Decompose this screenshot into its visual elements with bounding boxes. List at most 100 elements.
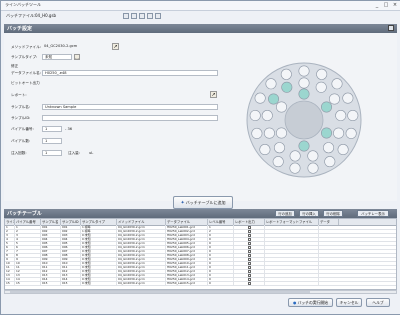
vial-number-input[interactable]: 1 [42, 126, 62, 132]
batch-settings-header: バッチ設定 [4, 24, 397, 33]
data-file-input[interactable]: H0250_.e48 [42, 70, 218, 76]
print-icon[interactable] [155, 13, 161, 19]
add-batch-icon: ✦ [180, 200, 185, 206]
batch-table-header: バッチテーブル 行の追加 行の挿入 行の削除 バッチレー表示 [4, 209, 397, 218]
vial-slot[interactable] [298, 88, 310, 100]
vial-slot[interactable] [251, 127, 263, 139]
vial-slot[interactable] [324, 156, 336, 168]
group-label: 修正 [11, 64, 19, 68]
start-batch-button[interactable]: ● バッチの実行開始 [288, 298, 333, 307]
add-to-batch-table-label: バッチテーブルに追加 [185, 200, 226, 205]
table-cell[interactable]: 0:未知 [81, 281, 117, 285]
save-icon[interactable] [139, 13, 145, 19]
open-file-icon[interactable] [131, 13, 137, 19]
vial-slot[interactable] [263, 127, 275, 139]
collapse-icon[interactable] [388, 25, 394, 31]
table-row[interactable]: 15 15 015 015 0:未知 04_GC2030-2.gcm H0250_Lab01… [5, 281, 396, 286]
table-cell[interactable]: 15 [15, 281, 41, 285]
delete-row-button[interactable]: 行の削除 [323, 210, 343, 217]
table-cell[interactable] [265, 281, 319, 285]
batch-table[interactable]: ライン バイアル番号 サンプル名 サンプルID サンプルタイプ メソッドファイル データファ… [4, 218, 397, 290]
vial-slot[interactable] [307, 150, 319, 162]
vial-count-input[interactable]: 1 [42, 138, 62, 144]
vial-slot[interactable] [331, 78, 343, 90]
vial-slot[interactable] [281, 81, 293, 93]
sample-name-label: サンプル名: [11, 105, 31, 109]
data-file-label: データファイル名: [11, 71, 41, 75]
vial-slot[interactable] [298, 140, 310, 152]
start-batch-label: バッチの実行開始 [297, 300, 328, 305]
scrollbar-thumb[interactable] [10, 291, 310, 293]
vial-slot[interactable] [265, 78, 277, 90]
report-output-checkbox[interactable] [248, 281, 251, 285]
batch-display-button[interactable]: バッチレー表示 [357, 210, 389, 217]
report-output-label: ビットオート出力 [11, 81, 40, 85]
help-button[interactable]: ヘルプ [366, 298, 390, 307]
vial-slot[interactable] [307, 162, 319, 174]
vial-slot[interactable] [280, 68, 292, 80]
cancel-button[interactable]: キャンセル [336, 298, 362, 307]
save-as-icon[interactable] [147, 13, 153, 19]
table-cell[interactable]: 0 [208, 281, 234, 285]
vial-slot[interactable] [345, 127, 357, 139]
autosampler-rack[interactable] [246, 48, 386, 196]
vial-slot[interactable] [315, 81, 327, 93]
browse-method-icon[interactable]: ↗ [112, 43, 119, 50]
vial-slot[interactable] [335, 110, 347, 122]
vial-slot[interactable] [323, 142, 335, 154]
maximize-button[interactable]: □ [382, 2, 390, 8]
vial-slot[interactable] [259, 144, 271, 156]
table-cell[interactable]: 015 [61, 281, 81, 285]
vial-number-label: バイアル番号: [11, 127, 34, 131]
sample-id-input[interactable] [42, 115, 218, 121]
vial-slot[interactable] [289, 150, 301, 162]
vial-slot[interactable] [289, 162, 301, 174]
method-file-value: 04_GC2030-2.gcm [44, 44, 78, 48]
browse-report-icon[interactable]: ↗ [210, 91, 217, 98]
vial-slot[interactable] [342, 92, 354, 104]
new-file-icon[interactable] [123, 13, 129, 19]
vial-slot[interactable] [273, 142, 285, 154]
batch-file-line: バッチファイル: 04_H0.gsb [1, 11, 400, 21]
table-cell[interactable]: 04_GC2030-2.gcm [117, 281, 166, 285]
vial-slot[interactable] [298, 77, 310, 89]
vial-slot[interactable] [347, 109, 359, 121]
batch-table-title: バッチテーブル [7, 211, 42, 217]
sample-type-label: サンプルタイプ: [11, 55, 38, 59]
start-batch-icon: ● [293, 300, 297, 305]
sample-name-input[interactable]: Unknown Sample [42, 104, 218, 110]
report-label: レポート: [11, 93, 27, 97]
vial-slot[interactable] [321, 101, 333, 113]
table-cell[interactable]: 15 [5, 281, 15, 285]
vial-slot[interactable] [275, 127, 287, 139]
horizontal-scrollbar[interactable] [4, 290, 397, 294]
sample-type-select[interactable]: 未知 [42, 54, 72, 60]
table-cell[interactable]: H0250_Lab015.gcd [166, 281, 208, 285]
close-button[interactable]: × [391, 2, 399, 8]
inject-volume-unit: uL [89, 151, 94, 155]
inject-volume-label: 注入量: [68, 151, 80, 155]
table-cell[interactable]: 015 [41, 281, 61, 285]
insert-row-button[interactable]: 行の挿入 [299, 210, 319, 217]
vial-slot[interactable] [261, 110, 273, 122]
vial-slot[interactable] [333, 127, 345, 139]
vial-slot[interactable] [275, 101, 287, 113]
vial-slot[interactable] [298, 65, 310, 77]
vial-slot[interactable] [316, 68, 328, 80]
minimize-button[interactable]: _ [373, 2, 381, 8]
rack-hub [284, 100, 324, 140]
vial-slot[interactable] [249, 109, 261, 121]
inject-count-input[interactable]: 1 [42, 150, 62, 156]
add-to-batch-table-button[interactable]: ✦バッチテーブルに追加 [173, 196, 233, 209]
add-row-button[interactable]: 行の追加 [275, 210, 295, 217]
vial-slot[interactable] [272, 156, 284, 168]
vial-slot[interactable] [337, 144, 349, 156]
vial-slot[interactable] [328, 93, 340, 105]
method-file-label: メソッドファイル: [11, 45, 41, 49]
sample-type-edit-icon[interactable]: … [74, 54, 80, 60]
vial-slot[interactable] [321, 127, 333, 139]
window-title: ラインバッチツール [5, 2, 41, 7]
vial-range-label: - 36 [65, 127, 73, 131]
vial-slot[interactable] [268, 93, 280, 105]
vial-slot[interactable] [254, 92, 266, 104]
